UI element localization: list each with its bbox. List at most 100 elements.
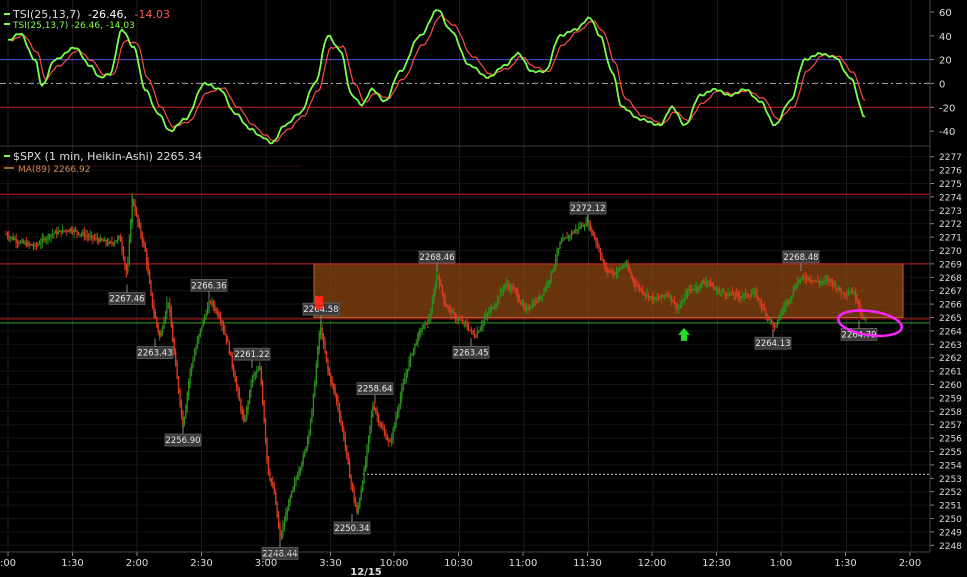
candle-body: [257, 369, 259, 372]
candle-body: [327, 359, 329, 371]
candle-body: [816, 280, 818, 282]
x-tick-label: 2:00: [899, 558, 921, 569]
candle-body: [246, 407, 248, 420]
candle-body: [583, 226, 586, 228]
candle-body: [122, 248, 125, 260]
candle-body: [814, 280, 816, 282]
candle-body: [276, 501, 278, 518]
candle-body: [146, 250, 148, 265]
candle-body: [702, 282, 705, 284]
candle-body: [196, 340, 199, 349]
candle-body: [80, 233, 83, 235]
candle-body: [370, 414, 373, 428]
candle-body: [763, 306, 766, 311]
candle-body: [5, 234, 7, 236]
candle-body: [198, 334, 200, 342]
candle-body: [46, 238, 48, 241]
candle-body: [579, 226, 581, 228]
candle-body: [614, 272, 616, 275]
candle-body: [700, 283, 702, 288]
candle-body: [286, 510, 288, 515]
candle-body: [369, 425, 371, 438]
candle-body: [488, 312, 490, 314]
price-y-tick-label: 2266: [939, 301, 962, 311]
candle-body: [378, 415, 380, 423]
candle-body: [531, 303, 533, 308]
candle-body: [633, 278, 635, 283]
candle-body: [743, 294, 745, 297]
x-tick-label: 1:30: [61, 558, 83, 569]
candle-body: [17, 241, 19, 243]
candle-body: [169, 302, 171, 313]
candle-body: [273, 485, 275, 494]
candle-body: [275, 492, 277, 504]
candle-body: [221, 321, 223, 326]
candle-body: [594, 235, 596, 239]
candle-body: [540, 295, 542, 300]
candle-body: [807, 277, 809, 280]
candle-body: [69, 228, 71, 232]
candle-body: [528, 308, 531, 310]
candle-body: [185, 405, 187, 419]
candle-body: [59, 230, 61, 232]
candle-body: [291, 490, 293, 498]
candle-body: [715, 289, 718, 291]
candle-body: [663, 295, 665, 297]
candle-body: [191, 364, 193, 372]
candle-body: [241, 409, 243, 416]
candle-body: [624, 264, 626, 266]
candle-body: [644, 293, 647, 295]
candle-body: [755, 291, 757, 293]
candle-body: [829, 278, 831, 281]
candle-body: [671, 295, 673, 302]
candle-body: [665, 295, 667, 297]
candle-body: [499, 291, 502, 298]
candle-body: [176, 363, 178, 379]
candle-body: [660, 294, 663, 298]
candle-body: [853, 292, 855, 294]
candle-body: [212, 301, 214, 307]
candle-body: [537, 297, 539, 302]
price-y-tick-label: 2269: [939, 260, 962, 270]
candle-body: [25, 242, 27, 247]
candle-body: [240, 399, 242, 411]
candle-body: [237, 386, 239, 393]
candle-body: [328, 368, 330, 376]
candle-body: [431, 300, 433, 314]
candle-body: [791, 295, 793, 299]
candle-body: [605, 268, 607, 269]
candle-body: [75, 230, 77, 231]
candle-body: [399, 396, 402, 407]
candle-body: [331, 381, 333, 385]
candle-body: [285, 513, 287, 523]
candle-body: [831, 280, 834, 285]
candle-body: [469, 329, 471, 331]
tsi-y-tick-label: 40: [939, 32, 952, 43]
candle-body: [639, 286, 641, 290]
candle-body: [581, 224, 583, 227]
candle-body: [423, 324, 425, 329]
candle-body: [195, 347, 197, 355]
candle-body: [585, 221, 587, 227]
candle-body: [562, 239, 564, 242]
candle-body: [314, 382, 316, 397]
candle-body: [569, 235, 571, 237]
candle-body: [510, 286, 512, 289]
candle-body: [536, 301, 538, 303]
candle-body: [34, 244, 36, 247]
candle-body: [773, 325, 776, 327]
candle-body: [235, 380, 238, 387]
candle-body: [613, 272, 615, 274]
candle-body: [721, 291, 723, 292]
candle-body: [180, 402, 183, 414]
candle-body: [391, 438, 393, 442]
candle-body: [737, 293, 739, 296]
candle-body: [217, 310, 219, 316]
candle-body: [359, 498, 361, 507]
candle-body: [643, 292, 645, 294]
candle-body: [430, 313, 432, 320]
candle-body: [592, 230, 594, 236]
candle-body: [138, 221, 141, 227]
candle-body: [501, 290, 503, 293]
candle-body: [57, 231, 59, 234]
